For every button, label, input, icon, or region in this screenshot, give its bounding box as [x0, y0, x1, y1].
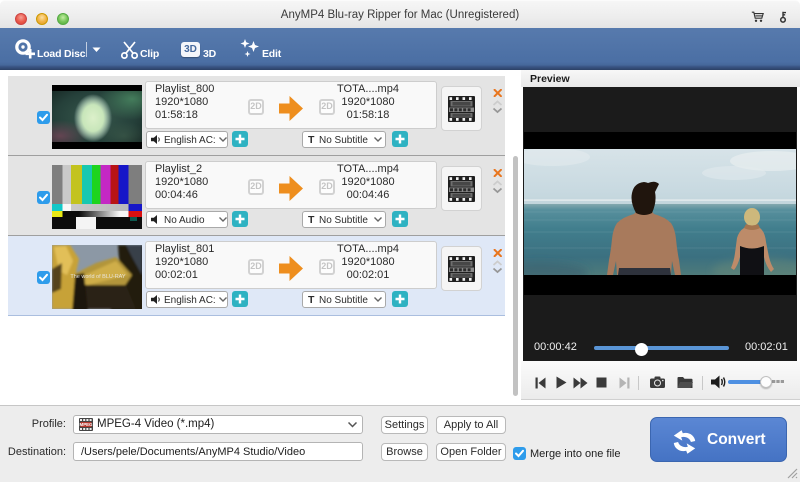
- svg-text:MPEG: MPEG: [80, 422, 93, 427]
- svg-text:The world of BLU-RAY: The world of BLU-RAY: [70, 274, 126, 280]
